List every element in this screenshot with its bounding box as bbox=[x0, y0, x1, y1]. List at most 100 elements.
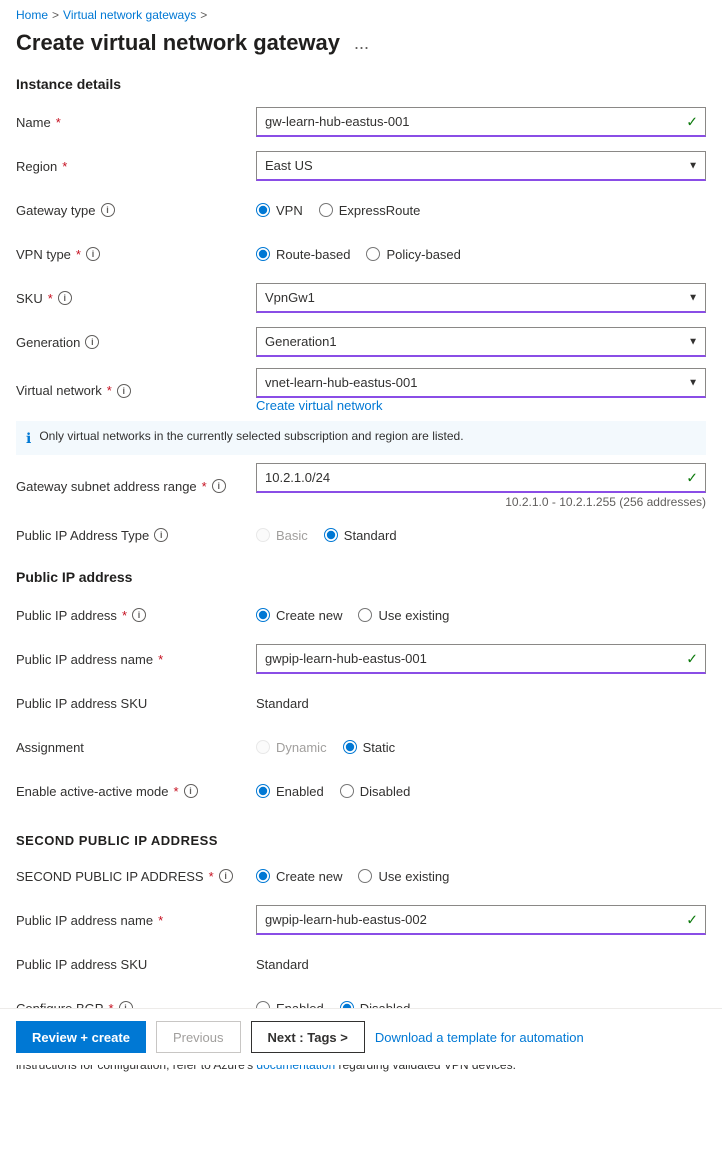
vpn-type-route-based[interactable]: Route-based bbox=[256, 247, 350, 262]
assignment-dynamic: Dynamic bbox=[256, 740, 327, 755]
gateway-subnet-input[interactable] bbox=[256, 463, 706, 493]
second-public-ip-sku-value: Standard bbox=[256, 957, 309, 972]
public-ip-name-check-icon: ✓ bbox=[686, 651, 698, 668]
generation-row: Generation i Generation1 Generation2 ▼ bbox=[16, 324, 706, 360]
second-public-ip-info-icon[interactable]: i bbox=[219, 869, 233, 883]
assignment-control: Dynamic Static bbox=[256, 740, 706, 755]
vpn-type-info-icon[interactable]: i bbox=[86, 247, 100, 261]
next-button[interactable]: Next : Tags > bbox=[251, 1021, 365, 1053]
assignment-static-radio[interactable] bbox=[343, 740, 357, 754]
vpn-type-policy-based[interactable]: Policy-based bbox=[366, 247, 460, 262]
previous-button[interactable]: Previous bbox=[156, 1021, 241, 1053]
second-public-ip-use-existing[interactable]: Use existing bbox=[358, 869, 449, 884]
review-create-button[interactable]: Review + create bbox=[16, 1021, 146, 1053]
public-ip-type-radio-group: Basic Standard bbox=[256, 528, 706, 543]
vpn-type-radio-group: Route-based Policy-based bbox=[256, 247, 706, 262]
second-public-ip-create-radio[interactable] bbox=[256, 869, 270, 883]
name-row: Name * ✓ bbox=[16, 104, 706, 140]
sku-info-icon[interactable]: i bbox=[58, 291, 72, 305]
second-public-ip-sku-label: Public IP address SKU bbox=[16, 957, 256, 972]
download-template-button[interactable]: Download a template for automation bbox=[375, 1030, 584, 1045]
public-ip-required: * bbox=[122, 608, 127, 623]
public-ip-use-existing[interactable]: Use existing bbox=[358, 608, 449, 623]
gateway-subnet-control: ✓ 10.2.1.0 - 10.2.1.255 (256 addresses) bbox=[256, 463, 706, 509]
public-ip-name-required: * bbox=[158, 652, 163, 667]
public-ip-name-row: Public IP address name * ✓ bbox=[16, 641, 706, 677]
ellipsis-button[interactable]: ... bbox=[350, 33, 373, 54]
public-ip-existing-radio[interactable] bbox=[358, 608, 372, 622]
gateway-type-label: Gateway type i bbox=[16, 203, 256, 218]
vpn-type-required: * bbox=[76, 247, 81, 262]
gateway-type-expressroute[interactable]: ExpressRoute bbox=[319, 203, 421, 218]
vpn-type-route-label: Route-based bbox=[276, 247, 350, 262]
public-ip-create-new[interactable]: Create new bbox=[256, 608, 342, 623]
sku-row: SKU * i VpnGw1 VpnGw2 VpnGw3 ▼ bbox=[16, 280, 706, 316]
virtual-network-label: Virtual network * i bbox=[16, 383, 256, 398]
second-public-ip-create-new[interactable]: Create new bbox=[256, 869, 342, 884]
vnet-info-icon[interactable]: i bbox=[117, 384, 131, 398]
active-active-disabled-radio[interactable] bbox=[340, 784, 354, 798]
public-ip-sku-value: Standard bbox=[256, 696, 309, 711]
public-ip-existing-label: Use existing bbox=[378, 608, 449, 623]
gateway-type-vpn-label: VPN bbox=[276, 203, 303, 218]
active-active-disabled[interactable]: Disabled bbox=[340, 784, 411, 799]
gateway-type-vpn-radio[interactable] bbox=[256, 203, 270, 217]
vpn-type-policy-radio[interactable] bbox=[366, 247, 380, 261]
generation-select[interactable]: Generation1 Generation2 bbox=[256, 327, 706, 357]
gateway-type-vpn[interactable]: VPN bbox=[256, 203, 303, 218]
breadcrumb-vn-gateways[interactable]: Virtual network gateways bbox=[63, 8, 196, 22]
gateway-subnet-info-icon[interactable]: i bbox=[212, 479, 226, 493]
page-title-row: Create virtual network gateway ... bbox=[0, 26, 722, 68]
public-ip-section-title: Public IP address bbox=[16, 561, 706, 597]
breadcrumb-home[interactable]: Home bbox=[16, 8, 48, 22]
active-active-enabled-radio[interactable] bbox=[256, 784, 270, 798]
public-ip-type-basic: Basic bbox=[256, 528, 308, 543]
gateway-type-expressroute-radio[interactable] bbox=[319, 203, 333, 217]
gateway-type-radio-group: VPN ExpressRoute bbox=[256, 203, 706, 218]
sku-select[interactable]: VpnGw1 VpnGw2 VpnGw3 bbox=[256, 283, 706, 313]
second-public-ip-name-label: Public IP address name * bbox=[16, 913, 256, 928]
assignment-static[interactable]: Static bbox=[343, 740, 396, 755]
info-box-icon: ℹ bbox=[26, 430, 31, 447]
public-ip-type-standard-radio[interactable] bbox=[324, 528, 338, 542]
second-public-ip-existing-radio[interactable] bbox=[358, 869, 372, 883]
public-ip-radio-group: Create new Use existing bbox=[256, 608, 706, 623]
gateway-subnet-hint: 10.2.1.0 - 10.2.1.255 (256 addresses) bbox=[256, 493, 706, 509]
public-ip-create-radio[interactable] bbox=[256, 608, 270, 622]
public-ip-sku-row: Public IP address SKU Standard bbox=[16, 685, 706, 721]
second-public-ip-name-control: ✓ bbox=[256, 905, 706, 935]
public-ip-sku-control: Standard bbox=[256, 696, 706, 711]
active-active-enabled[interactable]: Enabled bbox=[256, 784, 324, 799]
vnet-select[interactable]: vnet-learn-hub-eastus-001 bbox=[256, 368, 706, 398]
public-ip-type-basic-radio bbox=[256, 528, 270, 542]
active-active-radio-group: Enabled Disabled bbox=[256, 784, 706, 799]
public-ip-info-icon[interactable]: i bbox=[132, 608, 146, 622]
create-vnet-link[interactable]: Create virtual network bbox=[256, 398, 706, 413]
second-public-ip-name-check-icon: ✓ bbox=[686, 912, 698, 929]
region-select[interactable]: East US West US North Europe West Europe bbox=[256, 151, 706, 181]
vpn-type-route-radio[interactable] bbox=[256, 247, 270, 261]
sku-required: * bbox=[48, 291, 53, 306]
sku-select-wrapper: VpnGw1 VpnGw2 VpnGw3 ▼ bbox=[256, 283, 706, 313]
generation-label: Generation i bbox=[16, 335, 256, 350]
second-public-ip-control: Create new Use existing bbox=[256, 869, 706, 884]
active-active-info-icon[interactable]: i bbox=[184, 784, 198, 798]
gateway-type-info-icon[interactable]: i bbox=[101, 203, 115, 217]
info-box: ℹ Only virtual networks in the currently… bbox=[16, 421, 706, 455]
public-ip-type-standard[interactable]: Standard bbox=[324, 528, 397, 543]
virtual-network-row: Virtual network * i vnet-learn-hub-eastu… bbox=[16, 368, 706, 413]
name-check-icon: ✓ bbox=[686, 114, 698, 131]
vnet-required: * bbox=[107, 383, 112, 398]
region-control: East US West US North Europe West Europe… bbox=[256, 151, 706, 181]
vpn-type-row: VPN type * i Route-based Policy-based bbox=[16, 236, 706, 272]
public-ip-type-info-icon[interactable]: i bbox=[154, 528, 168, 542]
public-ip-name-input[interactable] bbox=[256, 644, 706, 674]
vpn-type-label: VPN type * i bbox=[16, 247, 256, 262]
second-public-ip-name-input[interactable] bbox=[256, 905, 706, 935]
name-input[interactable] bbox=[256, 107, 706, 137]
region-select-wrapper: East US West US North Europe West Europe… bbox=[256, 151, 706, 181]
assignment-dynamic-radio bbox=[256, 740, 270, 754]
vnet-select-wrapper: vnet-learn-hub-eastus-001 ▼ bbox=[256, 368, 706, 398]
generation-info-icon[interactable]: i bbox=[85, 335, 99, 349]
public-ip-label: Public IP address * i bbox=[16, 608, 256, 623]
